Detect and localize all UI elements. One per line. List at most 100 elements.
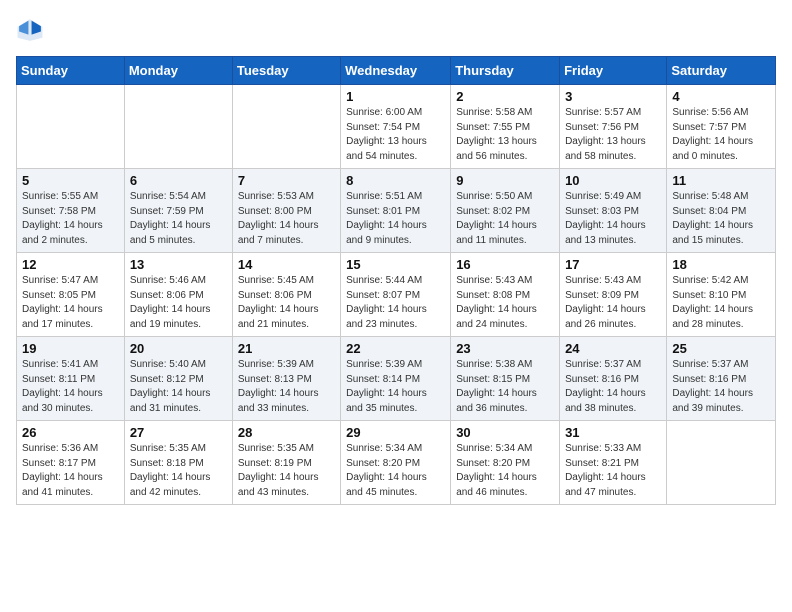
day-info: Sunrise: 5:43 AM Sunset: 8:09 PM Dayligh… bbox=[565, 274, 661, 332]
calendar-cell: 31 Sunrise: 5:33 AM Sunset: 8:21 PM Dayli… bbox=[560, 421, 667, 505]
day-info: Sunrise: 5:50 AM Sunset: 8:02 PM Dayligh… bbox=[456, 190, 554, 248]
day-number: 23 bbox=[456, 341, 554, 356]
day-info: Sunrise: 5:53 AM Sunset: 8:00 PM Dayligh… bbox=[238, 190, 335, 248]
day-info: Sunrise: 5:34 AM Sunset: 8:20 PM Dayligh… bbox=[346, 442, 445, 500]
day-number: 9 bbox=[456, 173, 554, 188]
day-number: 6 bbox=[130, 173, 227, 188]
page-header bbox=[16, 16, 776, 44]
day-info: Sunrise: 5:40 AM Sunset: 8:12 PM Dayligh… bbox=[130, 358, 227, 416]
calendar-cell: 2 Sunrise: 5:58 AM Sunset: 7:55 PM Daylig… bbox=[451, 85, 560, 169]
day-header-monday: Monday bbox=[124, 57, 232, 85]
calendar-cell: 23Sunrise: 5:38 AM Sunset: 8:15 PM Dayli… bbox=[451, 337, 560, 421]
calendar-cell bbox=[232, 85, 340, 169]
calendar-cell: 16Sunrise: 5:43 AM Sunset: 8:08 PM Dayli… bbox=[451, 253, 560, 337]
calendar-cell: 21Sunrise: 5:39 AM Sunset: 8:13 PM Dayli… bbox=[232, 337, 340, 421]
day-number: 20 bbox=[130, 341, 227, 356]
calendar-week-4: 19Sunrise: 5:41 AM Sunset: 8:11 PM Dayli… bbox=[17, 337, 776, 421]
calendar-cell: 19Sunrise: 5:41 AM Sunset: 8:11 PM Dayli… bbox=[17, 337, 125, 421]
day-header-sunday: Sunday bbox=[17, 57, 125, 85]
calendar-cell: 26 Sunrise: 5:36 AM Sunset: 8:17 PM Dayli… bbox=[17, 421, 125, 505]
day-info: Sunrise: 5:56 AM Sunset: 7:57 PM Dayligh… bbox=[672, 106, 770, 164]
day-number: 8 bbox=[346, 173, 445, 188]
calendar-cell: 12Sunrise: 5:47 AM Sunset: 8:05 PM Dayli… bbox=[17, 253, 125, 337]
calendar-header-row: SundayMondayTuesdayWednesdayThursdayFrid… bbox=[17, 57, 776, 85]
calendar-cell: 3Sunrise: 5:57 AM Sunset: 7:56 PM Daylig… bbox=[560, 85, 667, 169]
day-number: 14 bbox=[238, 257, 335, 272]
calendar-cell: 14 Sunrise: 5:45 AM Sunset: 8:06 PM Dayli… bbox=[232, 253, 340, 337]
calendar-cell: 4 Sunrise: 5:56 AM Sunset: 7:57 PM Daylig… bbox=[667, 85, 776, 169]
day-info: Sunrise: 5:57 AM Sunset: 7:56 PM Dayligh… bbox=[565, 106, 661, 164]
day-number: 1 bbox=[346, 89, 445, 104]
calendar-cell: 9 Sunrise: 5:50 AM Sunset: 8:02 PM Daylig… bbox=[451, 169, 560, 253]
day-number: 7 bbox=[238, 173, 335, 188]
day-info: Sunrise: 5:33 AM Sunset: 8:21 PM Dayligh… bbox=[565, 442, 661, 500]
day-info: Sunrise: 5:55 AM Sunset: 7:58 PM Dayligh… bbox=[22, 190, 119, 248]
calendar-cell: 6Sunrise: 5:54 AM Sunset: 7:59 PM Daylig… bbox=[124, 169, 232, 253]
calendar-cell: 15 Sunrise: 5:44 AM Sunset: 8:07 PM Dayli… bbox=[341, 253, 451, 337]
day-header-thursday: Thursday bbox=[451, 57, 560, 85]
calendar-cell: 27 Sunrise: 5:35 AM Sunset: 8:18 PM Dayli… bbox=[124, 421, 232, 505]
calendar-cell: 22 Sunrise: 5:39 AM Sunset: 8:14 PM Dayli… bbox=[341, 337, 451, 421]
day-header-tuesday: Tuesday bbox=[232, 57, 340, 85]
day-info: Sunrise: 5:35 AM Sunset: 8:18 PM Dayligh… bbox=[130, 442, 227, 500]
day-number: 18 bbox=[672, 257, 770, 272]
day-header-saturday: Saturday bbox=[667, 57, 776, 85]
calendar-cell: 8 Sunrise: 5:51 AM Sunset: 8:01 PM Daylig… bbox=[341, 169, 451, 253]
day-info: Sunrise: 5:37 AM Sunset: 8:16 PM Dayligh… bbox=[565, 358, 661, 416]
day-number: 4 bbox=[672, 89, 770, 104]
calendar-week-1: 1 Sunrise: 6:00 AM Sunset: 7:54 PM Daylig… bbox=[17, 85, 776, 169]
calendar-cell: 11 Sunrise: 5:48 AM Sunset: 8:04 PM Dayli… bbox=[667, 169, 776, 253]
calendar-cell: 10 Sunrise: 5:49 AM Sunset: 8:03 PM Dayli… bbox=[560, 169, 667, 253]
calendar-week-3: 12Sunrise: 5:47 AM Sunset: 8:05 PM Dayli… bbox=[17, 253, 776, 337]
calendar-cell: 13 Sunrise: 5:46 AM Sunset: 8:06 PM Dayli… bbox=[124, 253, 232, 337]
day-info: Sunrise: 5:46 AM Sunset: 8:06 PM Dayligh… bbox=[130, 274, 227, 332]
calendar-cell: 24 Sunrise: 5:37 AM Sunset: 8:16 PM Dayli… bbox=[560, 337, 667, 421]
day-info: Sunrise: 5:39 AM Sunset: 8:14 PM Dayligh… bbox=[346, 358, 445, 416]
calendar-cell: 17 Sunrise: 5:43 AM Sunset: 8:09 PM Dayli… bbox=[560, 253, 667, 337]
day-number: 27 bbox=[130, 425, 227, 440]
day-info: Sunrise: 5:44 AM Sunset: 8:07 PM Dayligh… bbox=[346, 274, 445, 332]
day-info: Sunrise: 5:45 AM Sunset: 8:06 PM Dayligh… bbox=[238, 274, 335, 332]
day-info: Sunrise: 5:34 AM Sunset: 8:20 PM Dayligh… bbox=[456, 442, 554, 500]
logo bbox=[16, 16, 48, 44]
day-number: 2 bbox=[456, 89, 554, 104]
calendar-cell: 30 Sunrise: 5:34 AM Sunset: 8:20 PM Dayli… bbox=[451, 421, 560, 505]
day-number: 30 bbox=[456, 425, 554, 440]
calendar-cell: 29 Sunrise: 5:34 AM Sunset: 8:20 PM Dayli… bbox=[341, 421, 451, 505]
day-number: 5 bbox=[22, 173, 119, 188]
calendar-cell: 7 Sunrise: 5:53 AM Sunset: 8:00 PM Daylig… bbox=[232, 169, 340, 253]
day-number: 29 bbox=[346, 425, 445, 440]
day-info: Sunrise: 5:42 AM Sunset: 8:10 PM Dayligh… bbox=[672, 274, 770, 332]
day-info: Sunrise: 5:49 AM Sunset: 8:03 PM Dayligh… bbox=[565, 190, 661, 248]
day-info: Sunrise: 5:58 AM Sunset: 7:55 PM Dayligh… bbox=[456, 106, 554, 164]
day-number: 22 bbox=[346, 341, 445, 356]
day-number: 13 bbox=[130, 257, 227, 272]
calendar-cell bbox=[17, 85, 125, 169]
day-number: 16 bbox=[456, 257, 554, 272]
day-number: 21 bbox=[238, 341, 335, 356]
day-info: Sunrise: 5:36 AM Sunset: 8:17 PM Dayligh… bbox=[22, 442, 119, 500]
day-number: 26 bbox=[22, 425, 119, 440]
day-number: 15 bbox=[346, 257, 445, 272]
calendar-week-5: 26 Sunrise: 5:36 AM Sunset: 8:17 PM Dayli… bbox=[17, 421, 776, 505]
calendar-cell: 20 Sunrise: 5:40 AM Sunset: 8:12 PM Dayli… bbox=[124, 337, 232, 421]
day-number: 17 bbox=[565, 257, 661, 272]
day-number: 12 bbox=[22, 257, 119, 272]
calendar-table: SundayMondayTuesdayWednesdayThursdayFrid… bbox=[16, 56, 776, 505]
day-info: Sunrise: 6:00 AM Sunset: 7:54 PM Dayligh… bbox=[346, 106, 445, 164]
day-number: 28 bbox=[238, 425, 335, 440]
calendar-cell: 28Sunrise: 5:35 AM Sunset: 8:19 PM Dayli… bbox=[232, 421, 340, 505]
day-info: Sunrise: 5:37 AM Sunset: 8:16 PM Dayligh… bbox=[672, 358, 770, 416]
calendar-cell bbox=[124, 85, 232, 169]
day-number: 10 bbox=[565, 173, 661, 188]
day-info: Sunrise: 5:51 AM Sunset: 8:01 PM Dayligh… bbox=[346, 190, 445, 248]
calendar-cell: 18 Sunrise: 5:42 AM Sunset: 8:10 PM Dayli… bbox=[667, 253, 776, 337]
logo-icon bbox=[16, 16, 44, 44]
calendar-cell: 5 Sunrise: 5:55 AM Sunset: 7:58 PM Daylig… bbox=[17, 169, 125, 253]
day-number: 25 bbox=[672, 341, 770, 356]
day-info: Sunrise: 5:48 AM Sunset: 8:04 PM Dayligh… bbox=[672, 190, 770, 248]
day-number: 31 bbox=[565, 425, 661, 440]
day-number: 24 bbox=[565, 341, 661, 356]
day-number: 11 bbox=[672, 173, 770, 188]
day-header-wednesday: Wednesday bbox=[341, 57, 451, 85]
